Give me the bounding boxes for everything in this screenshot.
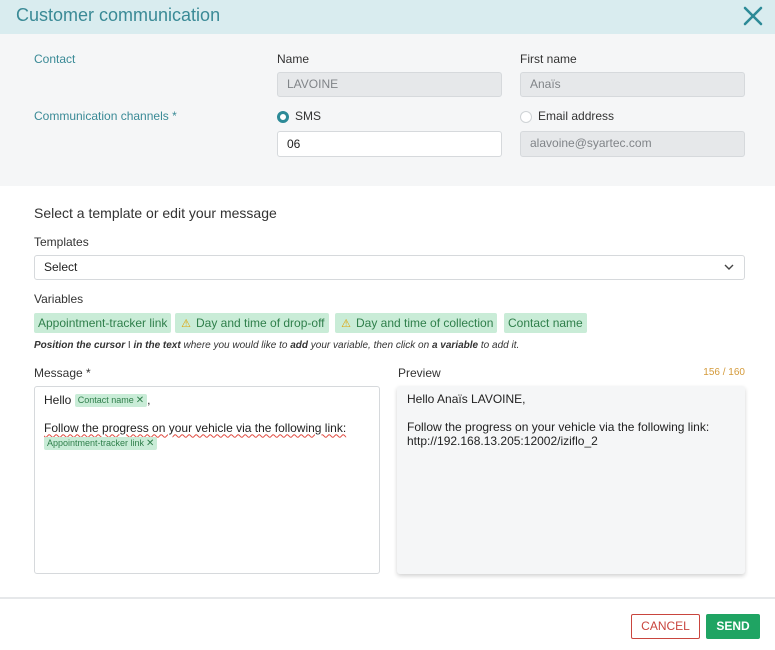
- preview-label: Preview: [398, 366, 441, 380]
- message-line-body: Follow the progress on your vehicle via …: [44, 421, 347, 436]
- template-section-title: Select a template or edit your message: [34, 205, 277, 221]
- variable-appointment-tracker-link[interactable]: Appointment-tracker link: [34, 313, 172, 333]
- chevron-down-icon: [724, 264, 734, 270]
- name-label: Name: [277, 52, 310, 66]
- first-name-field: Anaïs: [520, 72, 745, 97]
- contact-label: Contact: [34, 52, 76, 66]
- message-editor[interactable]: Hello Contact name ✕, Follow the progress…: [34, 386, 380, 574]
- variable-label: Appointment-tracker link: [38, 316, 168, 330]
- preview-line-3: http://192.168.13.205:12002/iziflo_2: [407, 434, 598, 448]
- email-label[interactable]: Email address: [538, 109, 614, 123]
- sms-input[interactable]: [277, 131, 502, 157]
- variable-label: Contact name: [508, 316, 583, 330]
- template-select-value: Select: [44, 260, 78, 274]
- contact-section: Contact Name First name LAVOINE Anaïs Co…: [0, 34, 775, 186]
- variables-label: Variables: [34, 292, 84, 306]
- template-select[interactable]: Select: [34, 255, 745, 280]
- message-label: Message *: [34, 366, 91, 380]
- variable-day-time-drop-off[interactable]: ⚠ Day and time of drop-off: [175, 313, 329, 333]
- warning-icon: ⚠: [181, 318, 191, 330]
- variable-label: Day and time of drop-off: [196, 316, 325, 330]
- email-radio[interactable]: [520, 111, 532, 123]
- remove-chip-icon[interactable]: ✕: [146, 438, 154, 449]
- channels-label: Communication channels *: [34, 109, 177, 123]
- sms-label[interactable]: SMS: [295, 109, 321, 123]
- chip-contact-name[interactable]: Contact name ✕: [74, 394, 148, 408]
- message-preview: Hello Anaïs LAVOINE, Follow the progress…: [397, 386, 745, 574]
- chip-appointment-link[interactable]: Appointment-tracker link ✕: [44, 436, 158, 450]
- email-field: alavoine@syartec.com: [520, 131, 745, 157]
- templates-label: Templates: [34, 235, 89, 249]
- variable-label: Day and time of collection: [356, 316, 494, 330]
- send-button[interactable]: SEND: [706, 614, 760, 639]
- preview-line-1: Hello Anaïs LAVOINE,: [407, 392, 526, 406]
- sms-radio[interactable]: [277, 111, 289, 123]
- remove-chip-icon[interactable]: ✕: [136, 395, 144, 406]
- dialog-header: Customer communication: [0, 0, 775, 34]
- preview-line-2: Follow the progress on your vehicle via …: [407, 420, 710, 434]
- close-icon[interactable]: [741, 4, 765, 28]
- variable-contact-name[interactable]: Contact name: [504, 313, 587, 333]
- message-line-greeting: Hello Contact name ✕,: [44, 393, 151, 408]
- cancel-button[interactable]: CANCEL: [631, 614, 700, 639]
- character-counter: 156 / 160: [703, 367, 745, 378]
- first-name-label: First name: [520, 52, 577, 66]
- footer-divider: [0, 597, 775, 599]
- warning-icon: ⚠: [341, 318, 351, 330]
- name-field: LAVOINE: [277, 72, 502, 97]
- message-line-link: Appointment-tracker link ✕: [44, 435, 370, 450]
- text-cursor-icon: I: [127, 340, 131, 351]
- variable-day-time-collection[interactable]: ⚠ Day and time of collection: [335, 313, 498, 333]
- variables-hint: Position the cursor I in the text where …: [34, 340, 520, 351]
- dialog-title: Customer communication: [16, 5, 221, 25]
